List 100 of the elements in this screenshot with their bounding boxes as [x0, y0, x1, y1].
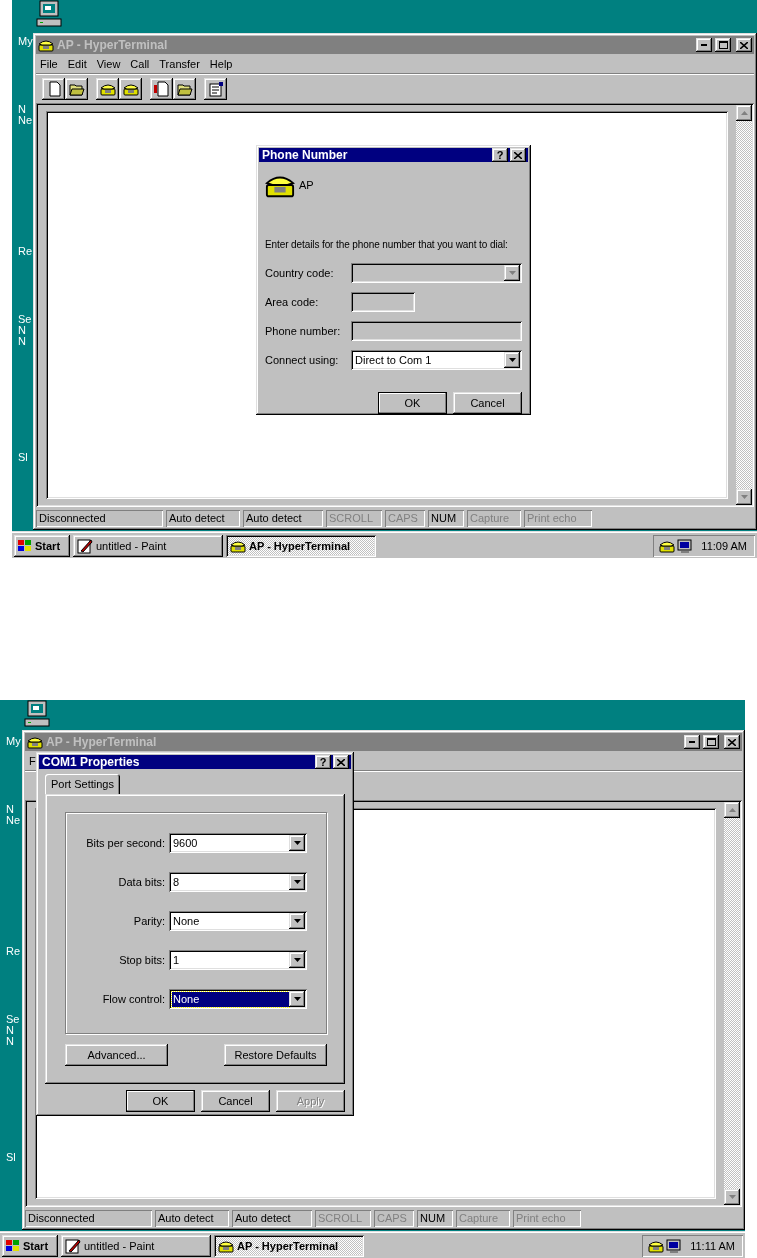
computer-icon[interactable] — [35, 0, 63, 28]
desktop-icon-label: N Ne — [6, 804, 21, 826]
close-icon — [514, 151, 522, 159]
menu-item[interactable]: Call — [126, 57, 154, 70]
status-field: Print echo — [524, 509, 592, 527]
dropdown-field[interactable]: None — [169, 989, 307, 1009]
dropdown-field[interactable]: 8 — [169, 872, 307, 892]
desktop-icon-label: My — [18, 36, 33, 47]
desktop-icon-label: Sl — [18, 452, 28, 463]
status-field: Capture — [456, 1209, 510, 1227]
toolbar-button[interactable] — [42, 77, 65, 100]
menu-item[interactable]: Transfer — [155, 57, 204, 70]
taskbar-button[interactable]: AP - HyperTerminal — [214, 1234, 364, 1257]
toolbar-button[interactable] — [96, 77, 119, 100]
field-label: Phone number: — [265, 325, 342, 337]
window-title: AP - HyperTerminal — [57, 38, 169, 52]
status-field: Auto detect — [155, 1209, 229, 1227]
scroll-up-button[interactable] — [736, 105, 752, 121]
close-icon — [337, 758, 345, 766]
dialog-button[interactable]: Cancel — [201, 1090, 270, 1112]
dialog-button[interactable]: OK — [126, 1090, 195, 1112]
dropdown-field[interactable]: 1 — [169, 950, 307, 970]
clock: 11:11 AM — [690, 1239, 735, 1252]
scroll-down-button[interactable] — [736, 489, 752, 505]
close-button[interactable] — [333, 755, 349, 769]
minimize-button[interactable] — [684, 735, 700, 749]
desktop-icon-label: My — [6, 736, 21, 747]
menu-item[interactable]: File — [36, 57, 62, 70]
menu-item[interactable]: Edit — [63, 57, 91, 70]
close-button[interactable] — [510, 148, 526, 162]
caret-icon — [508, 358, 516, 362]
caret-icon — [508, 271, 516, 275]
status-field: Print echo — [513, 1209, 581, 1227]
pencil-icon — [77, 537, 93, 554]
menu-item[interactable]: F — [25, 754, 40, 767]
toolbar-button[interactable] — [204, 77, 227, 100]
dialog-button[interactable]: Advanced... — [65, 1044, 168, 1066]
maximize-icon — [718, 41, 728, 49]
minimize-button[interactable] — [696, 38, 712, 52]
caret-icon — [293, 841, 301, 845]
dialog-button[interactable]: Restore Defaults — [224, 1044, 327, 1066]
field-label: Country code: — [265, 267, 335, 279]
start-button[interactable]: Start — [2, 1234, 58, 1257]
status-field: NUM — [417, 1209, 453, 1227]
dropdown-field[interactable]: 9600 — [169, 833, 307, 853]
taskbar-button[interactable]: untitled - Paint — [73, 534, 223, 557]
close-icon — [728, 738, 736, 746]
dialog-title: Phone Number — [262, 148, 349, 162]
minimize-icon — [701, 44, 707, 46]
help-button[interactable]: ? — [492, 148, 508, 162]
status-field: CAPS — [385, 509, 425, 527]
status-field: Capture — [467, 509, 521, 527]
field-label: Bits per second: — [85, 837, 166, 849]
desktop-icon-label: Se N N — [6, 1014, 20, 1047]
scroll-down-button[interactable] — [724, 1189, 740, 1205]
help-button[interactable]: ? — [315, 755, 331, 769]
scroll-up-button[interactable] — [724, 802, 740, 818]
toolbar-button[interactable] — [173, 77, 196, 100]
status-field: Auto detect — [166, 509, 240, 527]
taskbar-button[interactable]: AP - HyperTerminal — [226, 534, 376, 557]
properties-icon — [207, 80, 224, 97]
tab[interactable]: Port Settings — [45, 774, 120, 794]
menu-item[interactable]: Help — [205, 57, 237, 70]
menu-item[interactable]: View — [92, 57, 125, 70]
field-label: Stop bits: — [118, 954, 166, 966]
maximize-button[interactable] — [703, 735, 719, 749]
pencil-icon — [65, 1237, 81, 1254]
desktop-icon-label: N Ne — [18, 104, 33, 126]
maximize-button[interactable] — [715, 38, 731, 52]
caret-icon — [293, 880, 301, 884]
desktop-icon-label: Re — [18, 246, 33, 257]
dialog-button[interactable]: OK — [378, 392, 447, 414]
caret-icon — [728, 1195, 736, 1199]
toolbar-button[interactable] — [65, 77, 88, 100]
desktop-icon-label: Se N N — [18, 314, 32, 347]
window-title: AP - HyperTerminal — [46, 735, 158, 749]
close-button[interactable] — [724, 735, 740, 749]
field-label: Parity: — [132, 915, 166, 927]
status-field: Disconnected — [25, 1209, 152, 1227]
close-button[interactable] — [736, 38, 752, 52]
caret-icon — [293, 997, 301, 1001]
toolbar-button[interactable] — [119, 77, 142, 100]
toolbar-button[interactable] — [150, 77, 173, 100]
start-button[interactable]: Start — [14, 534, 70, 557]
taskbar-button[interactable]: untitled - Paint — [61, 1234, 211, 1257]
monitor-icon[interactable] — [677, 537, 694, 554]
status-field: SCROLL — [315, 1209, 371, 1227]
dropdown-field[interactable]: None — [169, 911, 307, 931]
dialog-title: COM1 Properties — [42, 755, 141, 769]
field-label: Data bits: — [117, 876, 166, 888]
desktop-icon-label: Re — [6, 946, 21, 957]
document-icon — [153, 80, 170, 97]
computer-icon[interactable] — [23, 700, 51, 728]
caret-icon — [293, 958, 301, 962]
monitor-icon[interactable] — [666, 1237, 683, 1254]
dropdown-field[interactable]: Direct to Com 1 — [351, 350, 522, 370]
status-field: Auto detect — [232, 1209, 312, 1227]
status-field: Disconnected — [36, 509, 163, 527]
dialog-button[interactable]: Cancel — [453, 392, 522, 414]
connection-name: AP — [299, 179, 314, 191]
